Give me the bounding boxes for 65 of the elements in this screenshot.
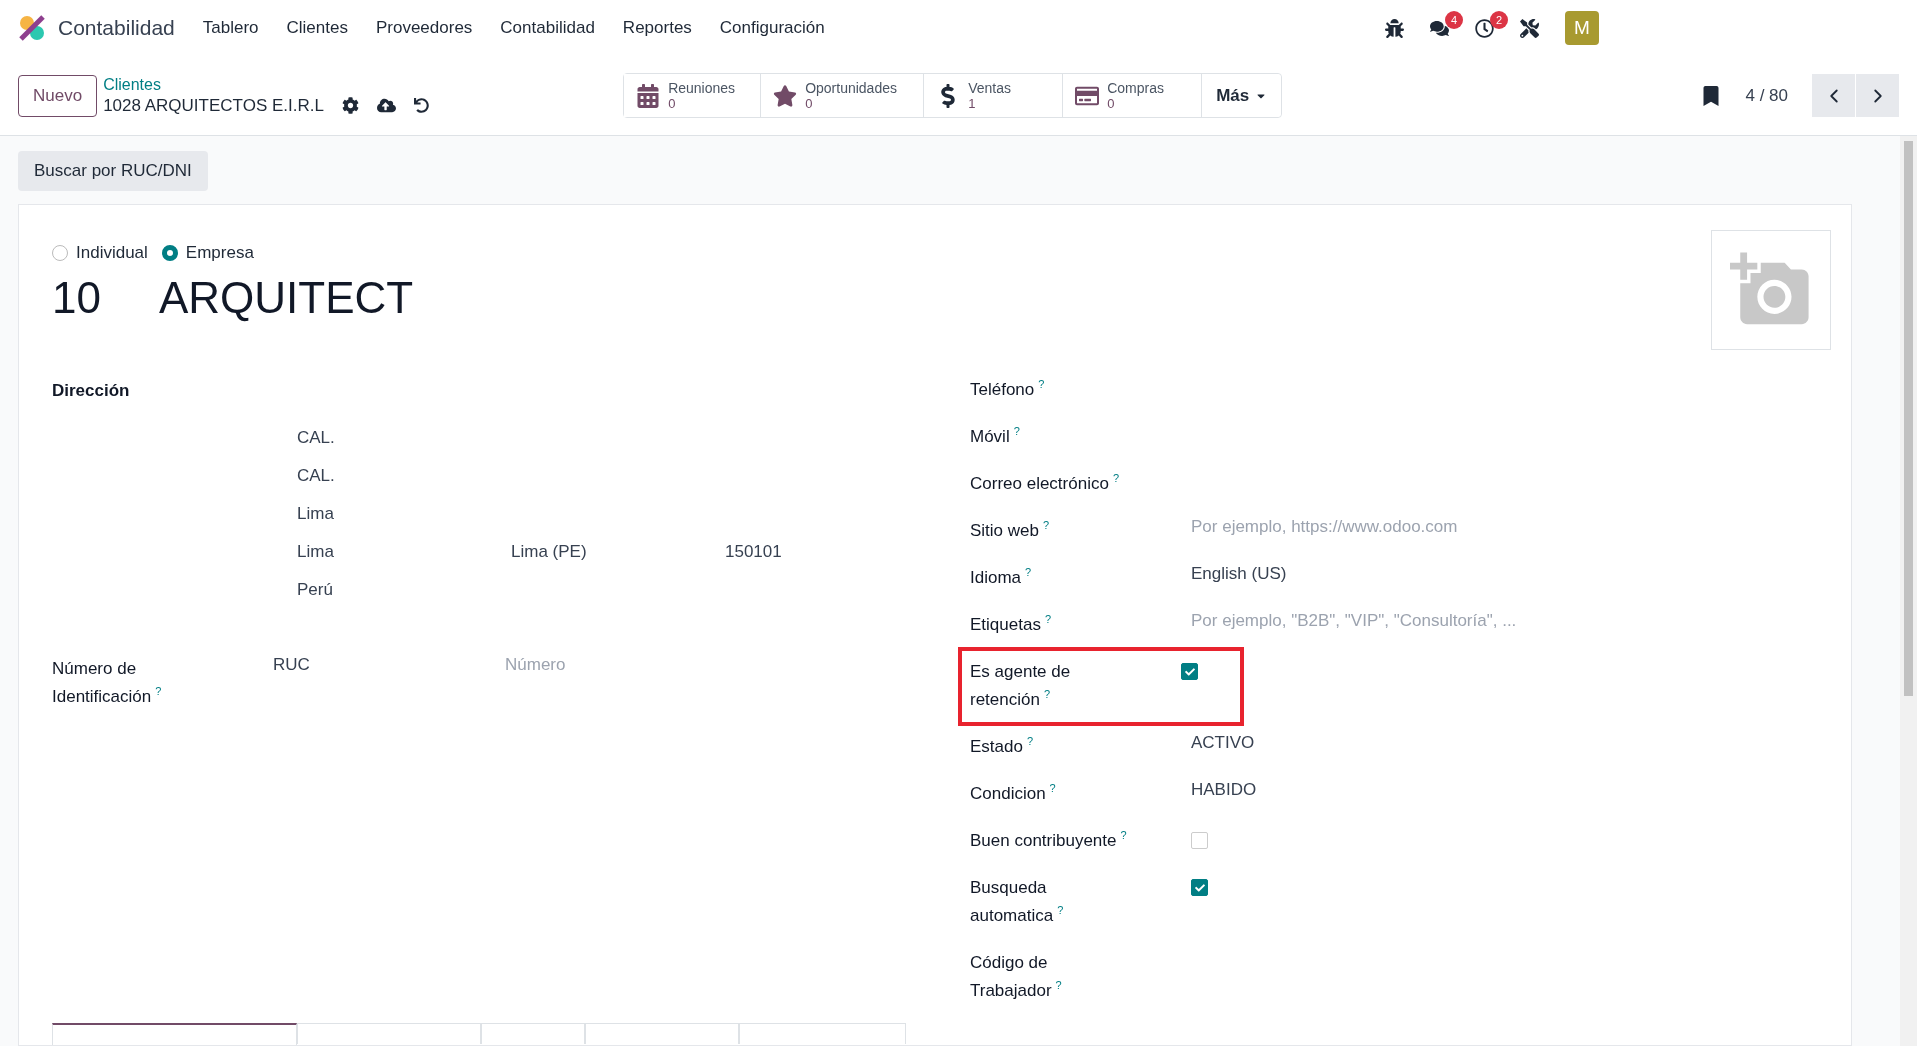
field-label: Sitio web $^{?}$ [970,518,1051,542]
bug-icon[interactable] [1385,18,1404,38]
radio-label: Individual [76,243,148,263]
address-value[interactable]: 150101 [725,542,970,562]
address-label: Dirección [52,380,131,402]
clock-icon[interactable] [1475,18,1494,38]
search-ruc-button[interactable]: Buscar por RUC/DNI [18,151,208,191]
address-value[interactable]: CAL. [297,428,511,448]
menu-item[interactable]: Tablero [202,18,259,38]
record-name: 1028 ARQUITECTOS E.I.R.L [103,95,324,116]
address-value[interactable]: Lima [297,542,511,562]
bookmark-icon[interactable] [1701,85,1722,106]
name-prefix-field[interactable]: 10 [52,273,101,323]
field-label: Buen contribuyente $^{?}$ [970,828,1128,852]
app-name[interactable]: Contabilidad [58,16,175,40]
field-label: Idioma $^{?}$ [970,565,1033,589]
radio-button[interactable] [161,245,178,261]
menu-item[interactable]: Reportes [622,18,692,38]
field-label: Busqueda automatica $^{?}$ [970,877,1065,927]
field-label: Número de Identificación $^{?}$ [52,658,163,708]
field-value: HABIDO [1191,780,1258,800]
breadcrumb-link[interactable]: Clientes [103,75,624,94]
star-icon [773,83,798,108]
field-label: Estado $^{?}$ [970,734,1035,758]
field-label: Es agente de retención $^{?}$ [970,661,1072,711]
menu-item[interactable]: Configuración [719,18,825,38]
check-icon [1184,666,1195,677]
checkbox[interactable] [1181,663,1198,680]
scrollbar[interactable] [1900,136,1917,1046]
pager-counter[interactable]: 4 / 80 [1745,85,1788,106]
field-label: Teléfono $^{?}$ [970,377,1046,401]
field-value: English (US) [1191,564,1288,584]
settings-icon[interactable] [341,97,359,114]
checkbox[interactable] [1191,879,1208,896]
field-label: Móvil $^{?}$ [970,424,1021,448]
app-logo-icon [18,14,46,42]
radio-label: Empresa [185,243,254,263]
count-badge: 4 [1445,10,1463,29]
address-value[interactable]: Perú [297,580,511,600]
name-field[interactable]: ARQUITECT [158,273,414,323]
menu-item[interactable]: Proveedores [375,18,473,38]
notebook-tab[interactable] [52,1023,297,1045]
address-value[interactable]: CAL. [297,466,511,486]
undo-icon[interactable] [413,98,429,113]
count-badge: 2 [1490,10,1508,29]
field-label: Correo electrónico $^{?}$ [970,471,1121,495]
radio-button[interactable] [52,245,68,261]
check-icon [1194,882,1205,893]
cloud-upload-icon[interactable] [376,96,396,115]
chat-icon[interactable] [1430,18,1449,38]
menu-item[interactable]: Contabilidad [500,18,595,38]
smart-button[interactable]: Reuniones 0 [624,74,762,117]
field-label: Condicion $^{?}$ [970,781,1057,805]
field-value: ACTIVO [1191,733,1256,753]
id-type-field[interactable]: RUC [273,655,505,711]
address-value[interactable]: Lima [297,504,511,524]
radio-option[interactable]: Individual [52,243,148,263]
calendar-icon [636,83,661,108]
menu-item[interactable]: Clientes [286,18,348,38]
radio-option[interactable]: Empresa [161,243,254,263]
field-label: Etiquetas $^{?}$ [970,612,1052,636]
tools-icon[interactable] [1520,18,1539,38]
address-value[interactable]: Lima (PE) [511,542,725,562]
new-button[interactable]: Nuevo [18,74,98,117]
field-label: Código de Trabajador $^{?}$ [970,952,1063,1002]
